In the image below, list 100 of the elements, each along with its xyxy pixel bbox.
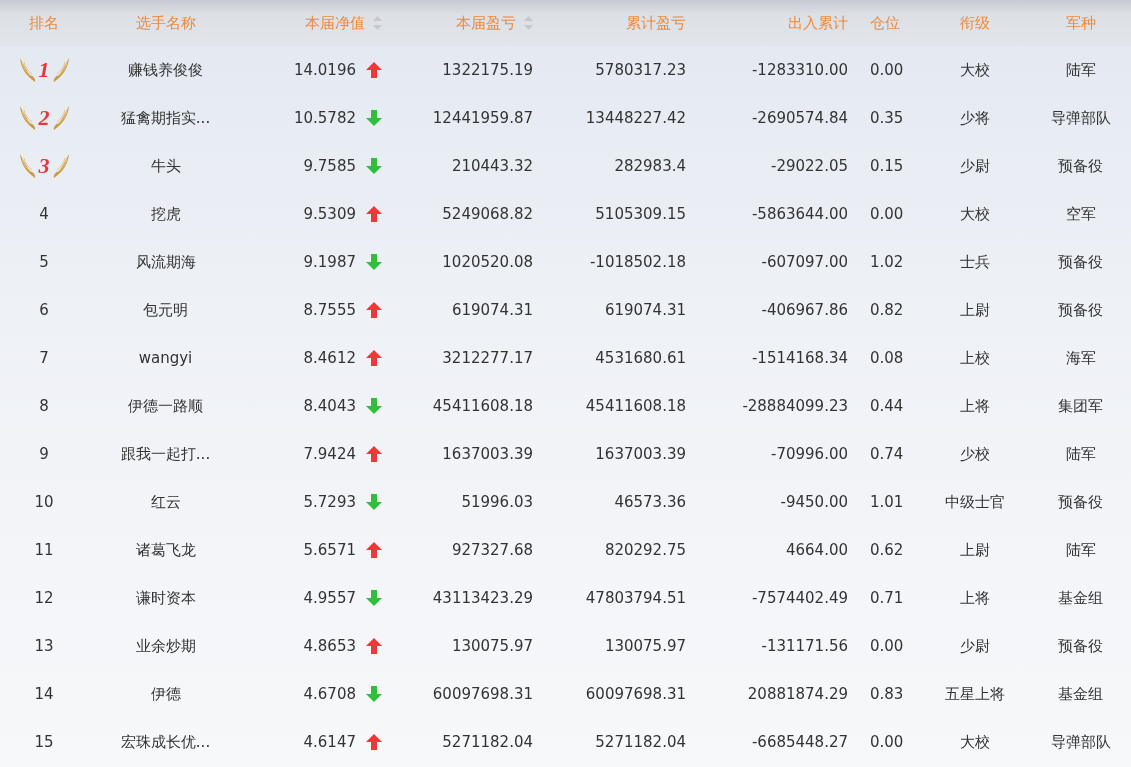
table-cell: 0.62: [870, 541, 904, 559]
table-cell: 五星上将: [945, 684, 1005, 704]
rank-number: 6: [39, 301, 49, 319]
table-cell: 预备役: [1058, 636, 1103, 656]
table-cell: 大校: [960, 204, 990, 224]
table-cell: 13448227.42: [585, 109, 686, 127]
table-cell: 5249068.82: [442, 205, 533, 223]
table-cell: 导弹部队: [1050, 732, 1111, 752]
table-cell: 预备役: [1058, 252, 1103, 272]
table-cell: 927327.68: [451, 541, 533, 559]
net-value: 5.7293: [303, 493, 356, 511]
rank-number: 13: [34, 637, 54, 655]
net-value: 8.4612: [303, 349, 356, 367]
table-cell: 20881874.29: [747, 685, 848, 703]
table-cell: -70996.00: [771, 445, 848, 463]
table-cell: 上尉: [960, 300, 990, 320]
table-cell: 大校: [960, 732, 990, 752]
table-cell: -607097.00: [761, 253, 848, 271]
table-cell: 130075.97: [451, 637, 533, 655]
player-name: 包元明: [143, 300, 188, 320]
table-cell: 预备役: [1058, 300, 1103, 320]
table-cell: 1020520.08: [442, 253, 533, 271]
table-cell: 0.44: [870, 397, 904, 415]
table-cell: -1283310.00: [751, 61, 848, 79]
rank-number: 14: [34, 685, 54, 703]
table-cell: 43113423.29: [432, 589, 533, 607]
player-name: 伊德一路顺: [128, 396, 203, 416]
table-cell: 士兵: [960, 252, 990, 272]
player-name: 宏珠成长优...: [120, 732, 211, 752]
table-cell: -1018502.18: [589, 253, 686, 271]
net-value: 4.6708: [303, 685, 356, 703]
table-cell: 5271182.04: [442, 733, 533, 751]
table-cell: 上将: [960, 588, 990, 608]
table-cell: 4531680.61: [595, 349, 686, 367]
net-value: 10.5782: [293, 109, 356, 127]
table-cell: 5780317.23: [595, 61, 686, 79]
table-cell: 海军: [1065, 348, 1096, 368]
table-cell: 1.01: [870, 493, 904, 511]
column-header: 衔级: [960, 13, 990, 33]
rank-medal: 3: [18, 153, 70, 179]
table-cell: 60097698.31: [585, 685, 686, 703]
table-cell: 空军: [1065, 204, 1096, 224]
column-header: 本届净值: [305, 13, 365, 33]
table-cell: 0.71: [870, 589, 904, 607]
net-value: 14.0196: [293, 61, 356, 79]
wing-icon: [51, 105, 70, 131]
table-cell: 0.15: [870, 157, 904, 175]
table-cell: 1322175.19: [442, 61, 533, 79]
table-cell: 210443.32: [451, 157, 533, 175]
table-cell: 5105309.15: [595, 205, 686, 223]
table-cell: 上校: [960, 348, 990, 368]
player-name: 谦时资本: [135, 588, 196, 608]
table-cell: 130075.97: [604, 637, 686, 655]
table-cell: 12441959.87: [432, 109, 533, 127]
rank-medal: 2: [18, 105, 70, 131]
table-cell: 619074.31: [604, 301, 686, 319]
column-header: 出入累计: [788, 13, 848, 33]
table-cell: 0.82: [870, 301, 904, 319]
table-cell: 预备役: [1058, 156, 1103, 176]
player-name: 猛禽期指实...: [120, 108, 211, 128]
table-cell: -28884099.23: [742, 397, 848, 415]
table-cell: 45411608.18: [585, 397, 686, 415]
table-cell: 51996.03: [461, 493, 533, 511]
net-value: 4.6147: [303, 733, 356, 751]
table-cell: -6685448.27: [751, 733, 848, 751]
table-cell: 3212277.17: [442, 349, 533, 367]
column-header: 累计盈亏: [626, 13, 686, 33]
player-name: 挖虎: [150, 204, 181, 224]
table-cell: -1514168.34: [751, 349, 848, 367]
net-value: 8.4043: [303, 397, 356, 415]
table-cell: 少将: [960, 108, 990, 128]
table-cell: 45411608.18: [432, 397, 533, 415]
sort-icon[interactable]: [524, 16, 533, 30]
player-name: 伊德: [150, 684, 181, 704]
table-cell: -9450.00: [780, 493, 848, 511]
table-cell: 导弹部队: [1050, 108, 1111, 128]
table-cell: 集团军: [1058, 396, 1103, 416]
player-name: 牛头: [150, 156, 181, 176]
table-cell: 大校: [960, 60, 990, 80]
net-value: 9.7585: [303, 157, 356, 175]
rank-number: 15: [34, 733, 54, 751]
table-cell: -131171.56: [761, 637, 848, 655]
table-cell: 0.74: [870, 445, 904, 463]
net-value: 9.1987: [303, 253, 356, 271]
wing-icon: [18, 57, 37, 83]
table-cell: 少尉: [960, 636, 990, 656]
table-cell: 47803794.51: [585, 589, 686, 607]
column-header: 军种: [1065, 13, 1096, 33]
table-cell: -406967.86: [761, 301, 848, 319]
table-cell: 5271182.04: [595, 733, 686, 751]
sort-icon[interactable]: [373, 16, 382, 30]
column-header: 排名: [29, 13, 59, 33]
table-cell: 上尉: [960, 540, 990, 560]
wing-icon: [51, 153, 70, 179]
table-cell: 0.35: [870, 109, 904, 127]
player-name: 跟我一起打...: [120, 444, 211, 464]
rank-number: 10: [34, 493, 54, 511]
net-value: 4.9557: [303, 589, 356, 607]
table-cell: 预备役: [1058, 492, 1103, 512]
table-cell: 陆军: [1065, 444, 1096, 464]
